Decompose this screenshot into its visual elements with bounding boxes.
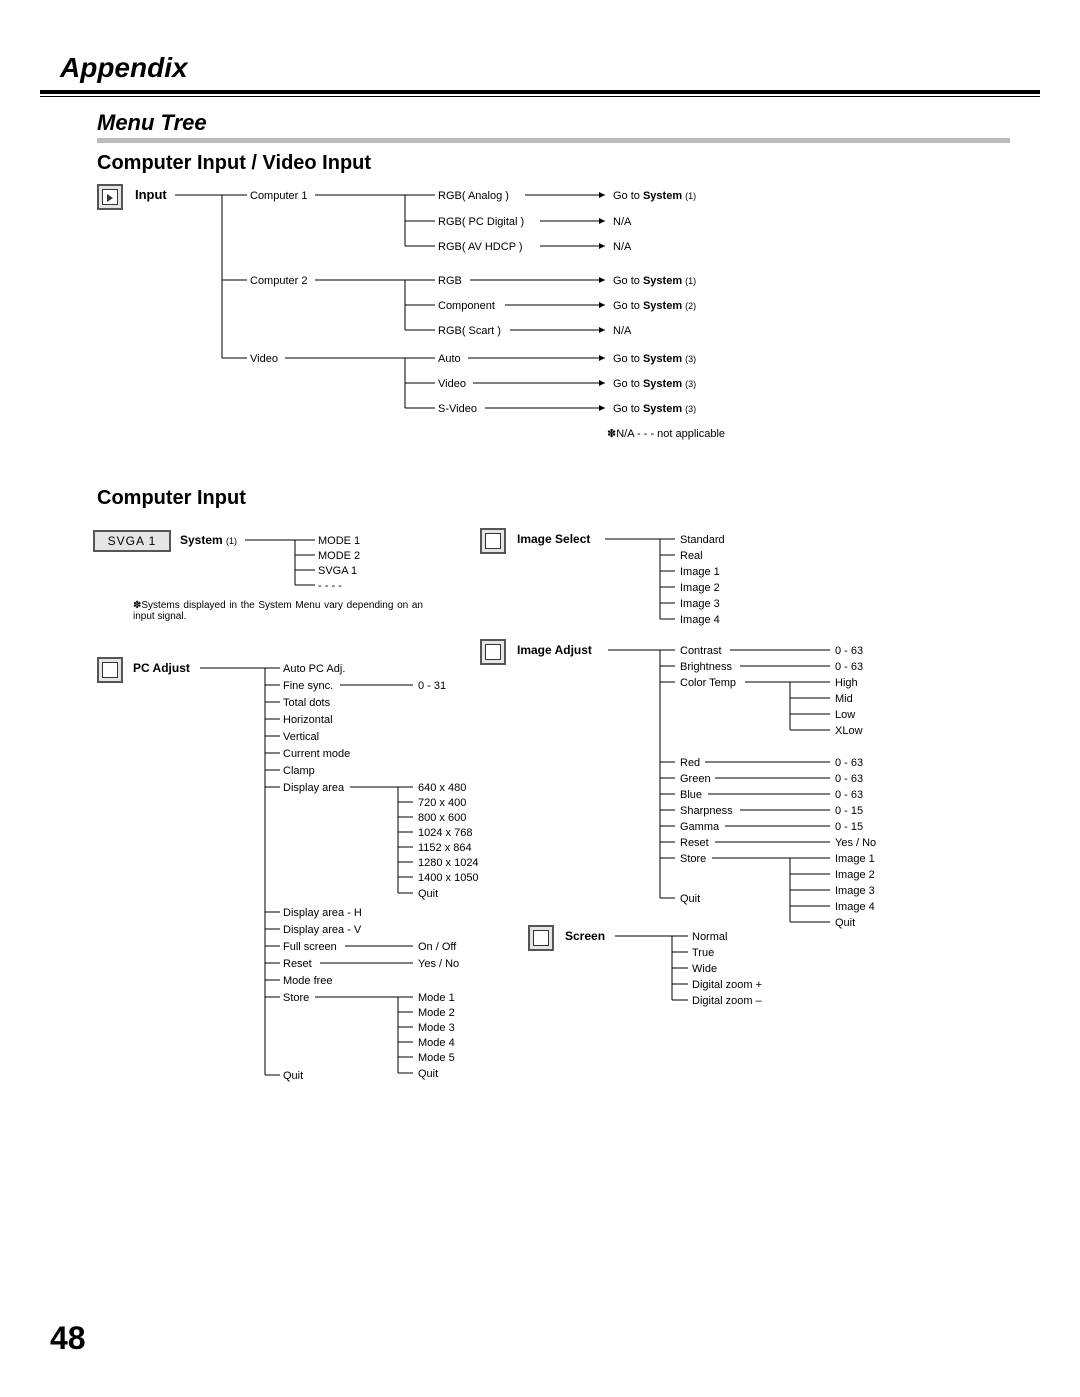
pc-clamp: Clamp	[283, 765, 315, 777]
pc-reset-val: Yes / No	[418, 958, 459, 970]
is-image3: Image 3	[680, 598, 720, 610]
page-number: 48	[50, 1320, 86, 1357]
ia-gamma-val: 0 - 15	[835, 821, 863, 833]
res2: 800 x 600	[418, 812, 466, 824]
ia-green-val: 0 - 63	[835, 773, 863, 785]
pc-finesync: Fine sync.	[283, 680, 333, 692]
res6: 1400 x 1050	[418, 872, 479, 884]
res1: 720 x 400	[418, 797, 466, 809]
pc-totaldots: Total dots	[283, 697, 331, 709]
pc-autopc: Auto PC Adj.	[283, 663, 345, 675]
sc-dzoomp: Digital zoom +	[692, 979, 762, 991]
imageselect-label: Image Select	[517, 532, 590, 546]
pc-vertical: Vertical	[283, 731, 319, 743]
ia-red: Red	[680, 757, 700, 769]
ia-image4: Image 4	[835, 901, 875, 913]
pc-modefree: Mode free	[283, 975, 333, 987]
pc-dav: Display area - V	[283, 924, 362, 936]
sc-wide: Wide	[692, 963, 717, 975]
is-image4: Image 4	[680, 614, 720, 626]
pc-m4: Mode 4	[418, 1037, 455, 1049]
pc-m5: Mode 5	[418, 1052, 455, 1064]
ia-mid: Mid	[835, 693, 853, 705]
pc-store: Store	[283, 992, 309, 1004]
ia-quit: Quit	[680, 893, 700, 905]
ia-blue-val: 0 - 63	[835, 789, 863, 801]
ia-image2: Image 2	[835, 869, 875, 881]
ia-contrast-val: 0 - 63	[835, 645, 863, 657]
computer-input-svg: System (1) MODE 1 MODE 2 SVGA 1 - - - - …	[0, 0, 1080, 1397]
sc-true: True	[692, 947, 714, 959]
pc-finesync-range: 0 - 31	[418, 680, 446, 692]
ia-store: Store	[680, 853, 706, 865]
pc-reset: Reset	[283, 958, 312, 970]
is-image1: Image 1	[680, 566, 720, 578]
pc-m2: Mode 2	[418, 1007, 455, 1019]
res4: 1152 x 864	[418, 842, 472, 854]
pc-m1: Mode 1	[418, 992, 455, 1004]
ia-gamma: Gamma	[680, 821, 720, 833]
pc-dah: Display area - H	[283, 907, 362, 919]
sc-normal: Normal	[692, 931, 727, 943]
ia-reset-val: Yes / No	[835, 837, 876, 849]
ia-reset: Reset	[680, 837, 709, 849]
ia-contrast: Contrast	[680, 645, 722, 657]
ia-sharpness: Sharpness	[680, 805, 733, 817]
sc-dzoomm: Digital zoom –	[692, 995, 763, 1007]
res0: 640 x 480	[418, 782, 466, 794]
system-note: ✽Systems displayed in the System Menu va…	[133, 600, 423, 622]
ia-high: High	[835, 677, 858, 689]
ia-colortemp: Color Temp	[680, 677, 736, 689]
pc-currentmode: Current mode	[283, 748, 350, 760]
pc-fullscreen-val: On / Off	[418, 941, 457, 953]
pc-fullscreen: Full screen	[283, 941, 337, 953]
system-mode1: MODE 1	[318, 535, 360, 547]
system-mode2: MODE 2	[318, 550, 360, 562]
system-svga1: SVGA 1	[318, 565, 357, 577]
pc-quit2: Quit	[418, 1068, 438, 1080]
ia-green: Green	[680, 773, 711, 785]
ia-low: Low	[835, 709, 855, 721]
ia-image3: Image 3	[835, 885, 875, 897]
is-real: Real	[680, 550, 703, 562]
ia-quit2: Quit	[835, 917, 855, 929]
system-label: System (1)	[180, 533, 237, 547]
screen-label: Screen	[565, 929, 605, 943]
ia-sharpness-val: 0 - 15	[835, 805, 863, 817]
system-dashes: - - - -	[318, 580, 342, 592]
pcadjust-label: PC Adjust	[133, 661, 190, 675]
imageadjust-label: Image Adjust	[517, 643, 592, 657]
ia-blue: Blue	[680, 789, 702, 801]
pc-horizontal: Horizontal	[283, 714, 333, 726]
ia-brightness-val: 0 - 63	[835, 661, 863, 673]
ia-brightness: Brightness	[680, 661, 732, 673]
res5: 1280 x 1024	[418, 857, 479, 869]
pc-quit3: Quit	[283, 1070, 303, 1082]
pc-displayarea: Display area	[283, 782, 345, 794]
is-image2: Image 2	[680, 582, 720, 594]
res3: 1024 x 768	[418, 827, 472, 839]
ia-red-val: 0 - 63	[835, 757, 863, 769]
pc-m3: Mode 3	[418, 1022, 455, 1034]
ia-xlow: XLow	[835, 725, 863, 737]
ia-image1: Image 1	[835, 853, 875, 865]
is-standard: Standard	[680, 534, 725, 546]
pc-quit1: Quit	[418, 888, 438, 900]
